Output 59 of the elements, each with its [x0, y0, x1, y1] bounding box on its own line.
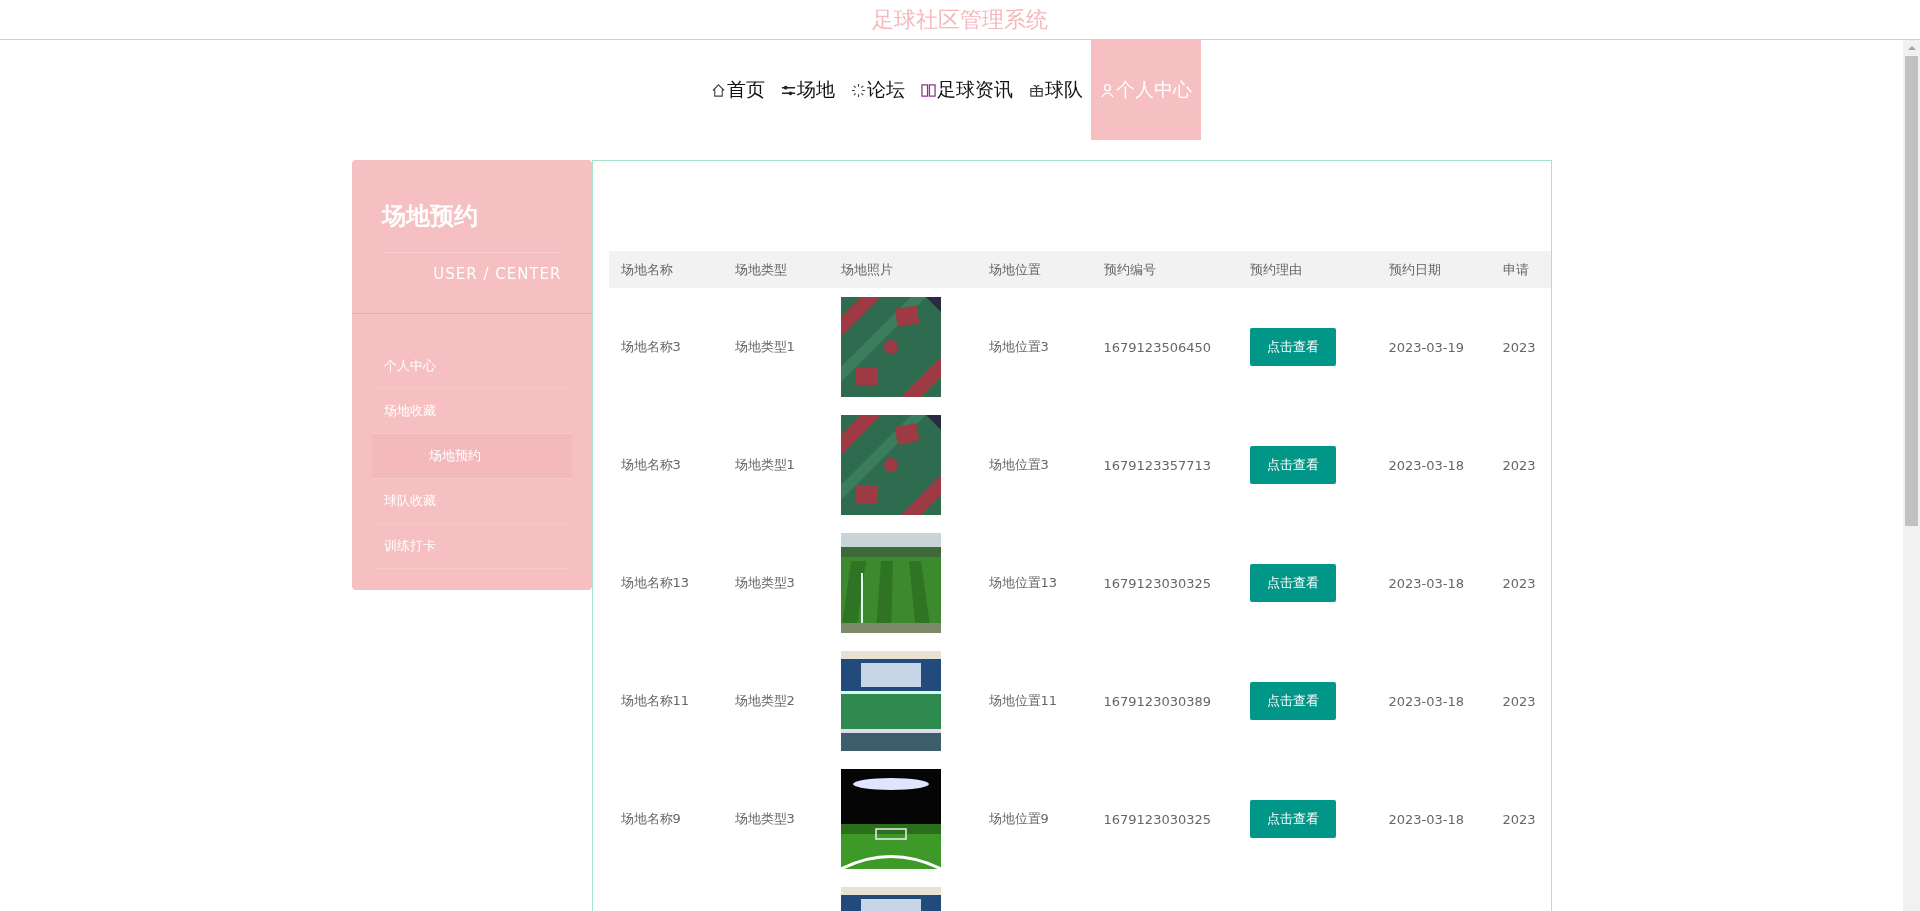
table-cell: 场地名称3: [620, 338, 681, 356]
column-header: 场地类型: [733, 260, 788, 279]
table-cell: 场地类型1: [734, 338, 795, 356]
table-cell: 2023: [1502, 811, 1536, 827]
table-cell: 场地位置11: [988, 692, 1058, 710]
table-cell: 2023-03-18: [1388, 575, 1465, 591]
view-button[interactable]: 点击查看: [1249, 446, 1336, 484]
table-cell: 场地位置3: [988, 456, 1049, 474]
table-cell: 2023: [1502, 339, 1536, 355]
table-cell: 2023: [1502, 457, 1536, 473]
table-cell: 1679123030389: [1103, 693, 1212, 709]
nav-tab[interactable]: 球队: [1020, 40, 1091, 140]
column-header: 预约理由: [1248, 260, 1303, 279]
table-cell: 场地类型1: [734, 456, 795, 474]
column-header: 场地名称: [619, 260, 674, 279]
view-button[interactable]: 点击查看: [1249, 328, 1336, 366]
table-cell: 场地位置13: [988, 574, 1058, 592]
nav-tab[interactable]: 场地: [772, 40, 843, 140]
table-cell: 2023-03-18: [1388, 811, 1465, 827]
table-cell: 场地类型2: [734, 692, 795, 710]
table-cell: 1679123030325: [1103, 575, 1212, 591]
sidebar-subtitle: USER / CENTER: [432, 264, 562, 283]
table-cell: 场地名称11: [620, 692, 690, 710]
table-cell: 场地名称3: [620, 456, 681, 474]
view-button[interactable]: 点击查看: [1249, 564, 1336, 602]
nav-tab[interactable]: 首页: [702, 40, 773, 140]
view-button[interactable]: 点击查看: [1249, 800, 1336, 838]
site-title: 足球社区管理系统: [872, 5, 1048, 34]
table-cell: 1679123506450: [1103, 339, 1212, 355]
table-cell: 2023-03-19: [1388, 339, 1465, 355]
burst-icon: [850, 82, 866, 98]
column-header: 预约编号: [1102, 260, 1157, 279]
table-cell: 场地位置9: [988, 810, 1049, 828]
table-cell: 场地名称13: [620, 574, 690, 592]
table-cell: 2023-03-18: [1388, 457, 1465, 473]
column-header: 预约日期: [1387, 260, 1442, 279]
gift-icon: [1028, 82, 1044, 98]
table-cell: 1679123030325: [1103, 811, 1212, 827]
scrollbar[interactable]: [1903, 40, 1920, 911]
table-cell: 1679123357713: [1103, 457, 1212, 473]
column-header: 场地位置: [987, 260, 1042, 279]
home-icon: [710, 82, 726, 98]
table-cell: 场地名称9: [620, 810, 681, 828]
book-icon: [920, 82, 936, 98]
sidebar-title: 场地预约: [381, 200, 562, 253]
table-cell: 场地位置3: [988, 338, 1049, 356]
table-cell: 2023-03-18: [1388, 693, 1465, 709]
scroll-up-icon[interactable]: [1907, 46, 1916, 50]
nav-tab[interactable]: 论坛: [842, 40, 913, 140]
column-header: 申请: [1501, 260, 1530, 279]
column-header: 场地照片: [839, 260, 894, 279]
table-cell: 场地类型3: [734, 810, 795, 828]
nav-tab[interactable]: 足球资讯: [912, 40, 1021, 140]
table-cell: 场地类型3: [734, 574, 795, 592]
scrollbar-thumb[interactable]: [1905, 56, 1918, 526]
table-cell: 2023: [1502, 693, 1536, 709]
view-button[interactable]: 点击查看: [1249, 682, 1336, 720]
user-icon: [1099, 82, 1115, 98]
table-cell: 2023: [1502, 575, 1536, 591]
